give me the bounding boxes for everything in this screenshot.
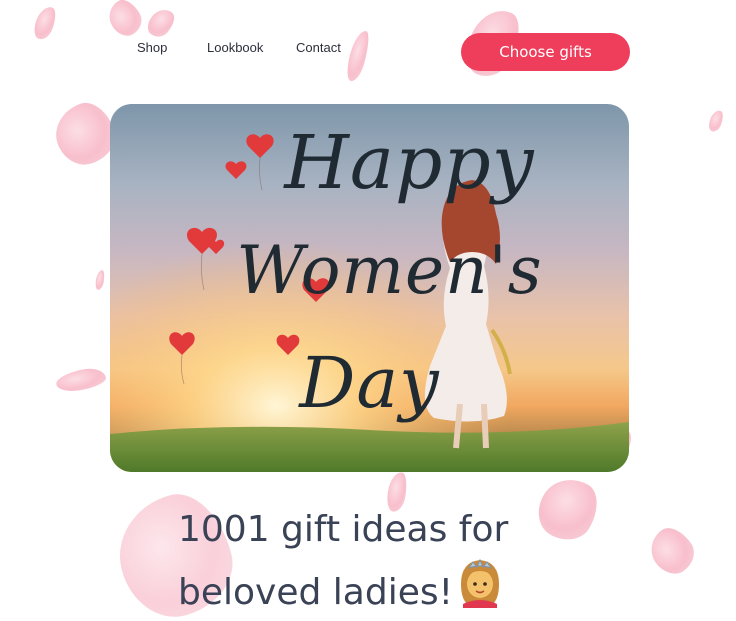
petal-decoration — [54, 365, 108, 395]
headline-line2-text: beloved ladies! — [178, 572, 454, 613]
petal-decoration — [142, 4, 180, 42]
headline-line2: beloved ladies! — [178, 554, 618, 621]
petal-decoration — [94, 269, 106, 291]
petal-decoration — [30, 3, 60, 43]
woman-with-tiara-emoji-icon — [453, 554, 507, 621]
petal-decoration — [706, 108, 726, 134]
headline-line1: 1001 gift ideas for — [178, 509, 509, 550]
hero-title-line2: Women's — [236, 232, 543, 309]
hero-banner: Happy Women's Day — [110, 104, 629, 472]
headline: 1001 gift ideas for beloved ladies! — [178, 506, 618, 621]
page: Shop Lookbook Contact Choose gifts Happy… — [0, 0, 736, 621]
petal-decoration — [103, 0, 147, 42]
choose-gifts-button[interactable]: Choose gifts — [461, 33, 630, 71]
nav-link-lookbook[interactable]: Lookbook — [207, 40, 263, 55]
hero-title-line1: Happy — [284, 120, 535, 206]
nav-link-shop[interactable]: Shop — [137, 40, 167, 55]
nav-link-contact[interactable]: Contact — [296, 40, 341, 55]
hero-title-line3: Day — [299, 342, 440, 424]
petal-decoration — [642, 520, 702, 582]
